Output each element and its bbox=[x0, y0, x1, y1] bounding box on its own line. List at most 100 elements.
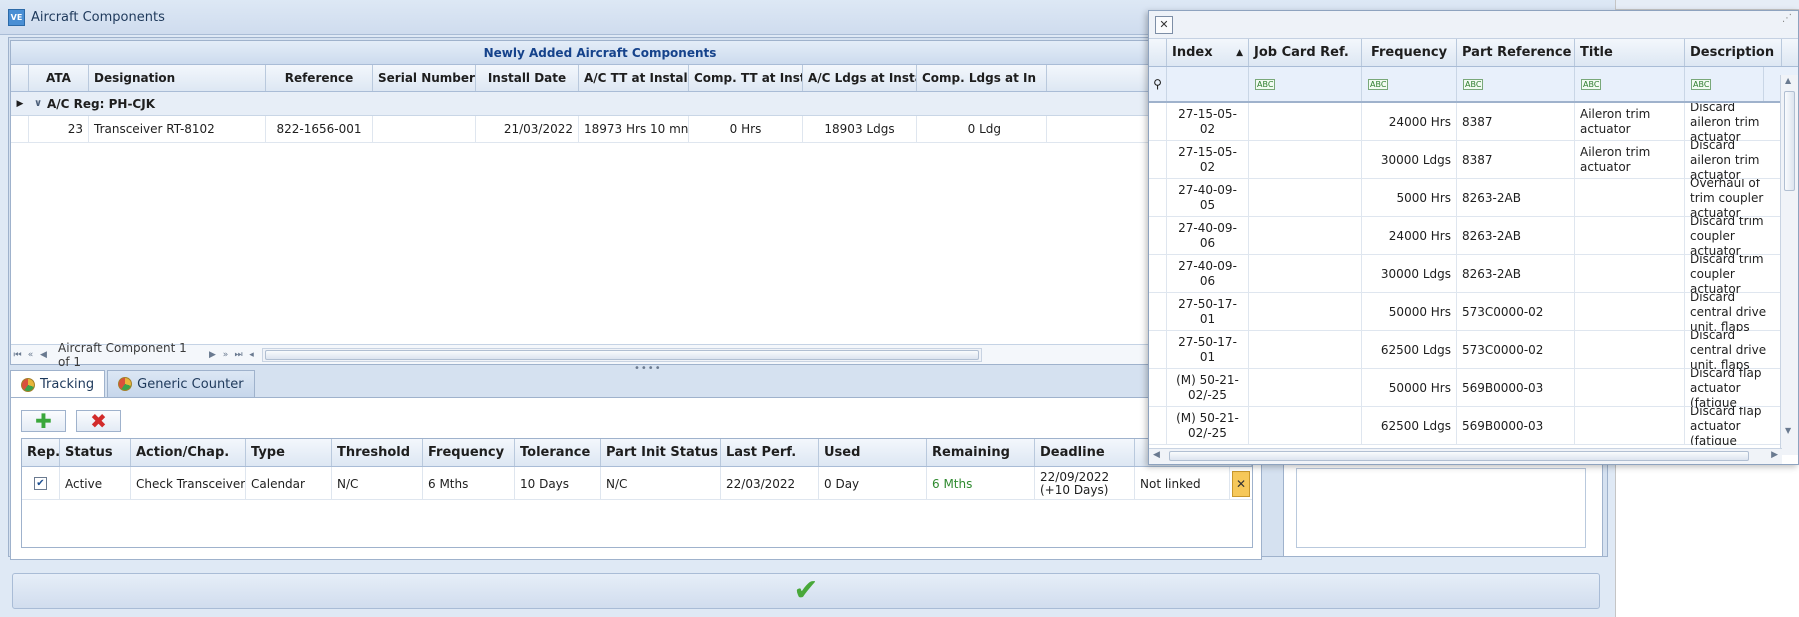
popup-close-button[interactable]: ✕ bbox=[1155, 16, 1173, 34]
cell-part-reference[interactable]: 8387 bbox=[1457, 103, 1575, 141]
filter-frequency[interactable]: ABC bbox=[1362, 67, 1457, 101]
cell-tolerance[interactable]: 10 Days bbox=[515, 467, 601, 500]
col-tolerance[interactable]: Tolerance bbox=[515, 439, 601, 466]
cell-part-reference[interactable]: 8263-2AB bbox=[1457, 217, 1575, 255]
popup-vscrollbar[interactable]: ▲ ▼ bbox=[1780, 75, 1798, 455]
cell-comp-ldgs[interactable]: 0 Ldg bbox=[917, 115, 1047, 143]
col-serial[interactable]: Serial Number bbox=[373, 65, 476, 91]
filter-title[interactable]: ABC bbox=[1575, 67, 1685, 101]
row-indicator[interactable] bbox=[1149, 407, 1167, 445]
cell-frequency[interactable]: 30000 Ldgs bbox=[1362, 141, 1457, 179]
table-row[interactable]: ✔ Active Check Transceiver Calendar N/C … bbox=[22, 467, 1252, 500]
prev-record-icon[interactable]: ◀ bbox=[37, 350, 50, 360]
col-comp-ldgs[interactable]: Comp. Ldgs at In bbox=[917, 65, 1047, 91]
cell-ac-ldgs[interactable]: 18903 Ldgs bbox=[803, 115, 917, 143]
row-indicator[interactable] bbox=[1149, 293, 1167, 331]
cell-used[interactable]: 0 Day bbox=[819, 467, 927, 500]
table-row[interactable]: 23 Transceiver RT-8102 822-1656-001 21/0… bbox=[11, 115, 1189, 143]
filter-description[interactable]: ABC bbox=[1685, 67, 1764, 101]
cell-description[interactable]: Discard aileron trim actuator bbox=[1685, 103, 1782, 141]
col-frequency[interactable]: Frequency bbox=[423, 439, 515, 466]
cell-job-card[interactable] bbox=[1249, 331, 1362, 369]
cell-title[interactable] bbox=[1575, 407, 1685, 445]
grid-hscrollbar[interactable] bbox=[262, 347, 982, 362]
cell-comp-tt[interactable]: 0 Hrs bbox=[689, 115, 803, 143]
col-comp-tt[interactable]: Comp. TT at Install bbox=[689, 65, 803, 91]
cell-part-reference[interactable]: 573C0000-02 bbox=[1457, 293, 1575, 331]
table-row[interactable]: 27-50-17-01 62500 Ldgs 573C0000-02 Discard … bbox=[1149, 331, 1798, 369]
cell-title[interactable] bbox=[1575, 331, 1685, 369]
col-part-init[interactable]: Part Init Status bbox=[601, 439, 721, 466]
cell-part-init[interactable]: N/C bbox=[601, 467, 721, 500]
cell-frequency[interactable]: 62500 Ldgs bbox=[1362, 331, 1457, 369]
cell-install-date[interactable]: 21/03/2022 bbox=[476, 115, 579, 143]
table-row[interactable]: (M) 50-21-02/-25 62500 Ldgs 569B0000-03 Dis… bbox=[1149, 407, 1798, 445]
popup-hscroll-thumb[interactable] bbox=[1169, 451, 1749, 461]
cell-description[interactable]: Discard aileron trim actuator bbox=[1685, 141, 1782, 179]
col-description[interactable]: Description bbox=[1685, 39, 1782, 66]
col-designation[interactable]: Designation bbox=[89, 65, 266, 91]
prev-page-icon[interactable]: « bbox=[24, 350, 37, 360]
cell-description[interactable]: Discard trim coupler actuator bbox=[1685, 217, 1782, 255]
col-job-card[interactable]: Job Card Ref. bbox=[1249, 39, 1362, 66]
last-record-icon[interactable]: ⏭ bbox=[232, 350, 245, 360]
scroll-right-icon[interactable]: ▶ bbox=[1771, 450, 1778, 460]
cell-status[interactable]: Active bbox=[60, 467, 131, 500]
cell-action[interactable]: Check Transceiver bbox=[131, 467, 246, 500]
delete-button[interactable]: ✖ bbox=[76, 409, 121, 433]
row-indicator[interactable] bbox=[1149, 331, 1167, 369]
cell-title[interactable] bbox=[1575, 369, 1685, 407]
cell-description[interactable]: Discard flap actuator (fatigue bbox=[1685, 407, 1782, 445]
tab-tracking[interactable]: Tracking bbox=[10, 370, 106, 398]
confirm-button[interactable]: ✔ bbox=[12, 573, 1600, 609]
cell-frequency[interactable]: 30000 Ldgs bbox=[1362, 255, 1457, 293]
cell-index[interactable]: 27-40-09-06 bbox=[1167, 255, 1249, 293]
cell-description[interactable]: Discard central drive unit, flaps bbox=[1685, 293, 1782, 331]
col-part-reference[interactable]: Part Reference bbox=[1457, 39, 1575, 66]
cell-deadline[interactable]: 22/09/2022 (+10 Days) bbox=[1035, 467, 1135, 500]
col-reference[interactable]: Reference bbox=[266, 65, 373, 91]
cell-frequency[interactable]: 50000 Hrs bbox=[1362, 293, 1457, 331]
col-status[interactable]: Status bbox=[60, 439, 131, 466]
row-indicator[interactable] bbox=[1149, 255, 1167, 293]
col-remaining[interactable]: Remaining bbox=[927, 439, 1035, 466]
row-indicator[interactable] bbox=[1149, 369, 1167, 407]
cell-ac-tt[interactable]: 18973 Hrs 10 mn bbox=[579, 115, 689, 143]
cell-index[interactable]: 27-50-17-01 bbox=[1167, 293, 1249, 331]
cell-link[interactable]: Not linked bbox=[1135, 467, 1230, 500]
cell-index[interactable]: 27-40-09-06 bbox=[1167, 217, 1249, 255]
cell-ata[interactable]: 23 bbox=[29, 115, 89, 143]
cell-job-card[interactable] bbox=[1249, 407, 1362, 445]
table-row[interactable]: 27-15-05-02 30000 Ldgs 8387 Aileron trim ac… bbox=[1149, 141, 1798, 179]
cell-part-reference[interactable]: 573C0000-02 bbox=[1457, 331, 1575, 369]
group-row[interactable]: ▶ ∨ A/C Reg: PH-CJK bbox=[11, 92, 1189, 116]
col-ac-ldgs[interactable]: A/C Ldgs at Install bbox=[803, 65, 917, 91]
table-row[interactable]: 27-15-05-02 24000 Hrs 8387 Aileron trim act… bbox=[1149, 103, 1798, 141]
unlink-close-icon[interactable]: ✕ bbox=[1232, 470, 1250, 497]
table-row[interactable]: 27-40-09-05 5000 Hrs 8263-2AB Overhaul of t… bbox=[1149, 179, 1798, 217]
filter-index[interactable] bbox=[1167, 67, 1249, 101]
checkbox[interactable]: ✔ bbox=[34, 477, 47, 490]
expand-arrow-icon[interactable]: ▶ bbox=[11, 99, 29, 109]
table-row[interactable]: (M) 50-21-02/-25 50000 Hrs 569B0000-03 Disc… bbox=[1149, 369, 1798, 407]
cell-description[interactable]: Discard central drive unit, flaps bbox=[1685, 331, 1782, 369]
cell-part-reference[interactable]: 8387 bbox=[1457, 141, 1575, 179]
cell-part-reference[interactable]: 8263-2AB bbox=[1457, 255, 1575, 293]
cell-unlink[interactable]: ✕ bbox=[1230, 467, 1252, 500]
cell-frequency[interactable]: 6 Mths bbox=[423, 467, 515, 500]
col-install-date[interactable]: Install Date bbox=[476, 65, 579, 91]
scroll-down-icon[interactable]: ▼ bbox=[1785, 426, 1791, 435]
col-threshold[interactable]: Threshold bbox=[332, 439, 423, 466]
col-rep[interactable]: Rep. bbox=[22, 439, 60, 466]
next-page-icon[interactable]: » bbox=[219, 350, 232, 360]
cell-reference[interactable]: 822-1656-001 bbox=[266, 115, 373, 143]
scroll-left-icon[interactable]: ◀ bbox=[1153, 450, 1160, 460]
tab-generic-counter[interactable]: Generic Counter bbox=[107, 370, 255, 397]
table-row[interactable]: 27-40-09-06 24000 Hrs 8263-2AB Discard trim… bbox=[1149, 217, 1798, 255]
add-button[interactable]: ✚ bbox=[21, 409, 66, 433]
col-ata[interactable]: ATA bbox=[29, 65, 89, 91]
col-ac-tt[interactable]: A/C TT at Install bbox=[579, 65, 689, 91]
cell-index[interactable]: 27-50-17-01 bbox=[1167, 331, 1249, 369]
cell-description[interactable]: Discard trim coupler actuator bbox=[1685, 255, 1782, 293]
cell-description[interactable]: Overhaul of trim coupler actuator bbox=[1685, 179, 1782, 217]
